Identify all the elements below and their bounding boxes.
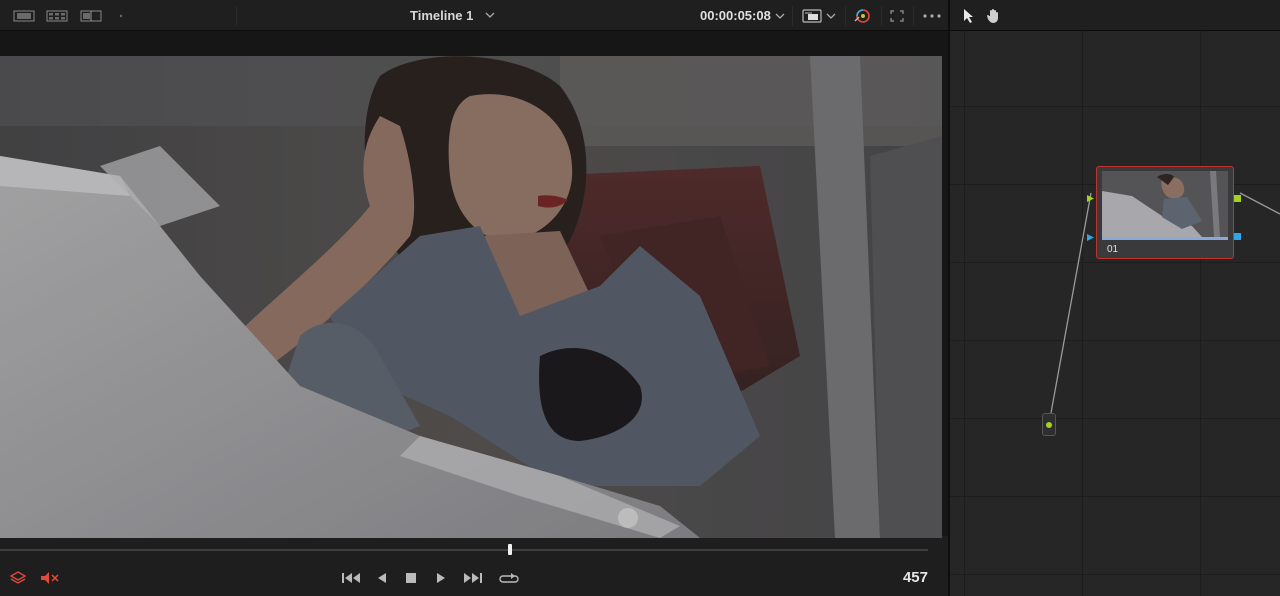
viewer-toolbar: Timeline 1 00:00:05:08: [0, 0, 948, 31]
timeline-scrubber[interactable]: [0, 540, 948, 562]
video-frame[interactable]: [0, 56, 942, 538]
node-editor[interactable]: 01: [950, 0, 1280, 596]
node-progress-bar: [1102, 237, 1228, 240]
fullscreen-icon[interactable]: [889, 9, 905, 23]
frame-number: 457: [902, 569, 928, 586]
timeline-name[interactable]: Timeline 1: [410, 8, 473, 23]
quality-hq-icon[interactable]: [802, 9, 822, 23]
node-input-blue-port[interactable]: [1087, 228, 1094, 241]
loop-icon[interactable]: [498, 568, 520, 588]
skip-to-end-icon[interactable]: [462, 568, 484, 588]
chevron-down-icon[interactable]: [825, 9, 837, 23]
transport-controls: 457: [0, 562, 948, 594]
split-wipe-icon[interactable]: [80, 9, 102, 23]
chevron-down-icon[interactable]: [484, 8, 496, 22]
color-node-01[interactable]: 01: [1096, 166, 1234, 259]
skip-to-start-icon[interactable]: [340, 568, 362, 588]
layers-icon[interactable]: [9, 568, 27, 588]
color-picker-icon[interactable]: [853, 9, 873, 23]
node-connections: [1048, 192, 1280, 425]
chevron-down-icon[interactable]: [774, 9, 786, 23]
playhead-handle[interactable]: [508, 544, 513, 555]
node-label: 01: [1107, 244, 1119, 255]
play-reverse-icon[interactable]: [375, 568, 389, 588]
node-output-green-port[interactable]: [1234, 189, 1241, 202]
source-output-port[interactable]: [1046, 422, 1052, 428]
hand-pan-icon[interactable]: [986, 9, 1002, 23]
node-thumbnail: [1102, 171, 1228, 237]
node-output-blue-port[interactable]: [1234, 227, 1241, 240]
single-viewer-icon[interactable]: [13, 9, 35, 23]
viewer-image-area[interactable]: [0, 31, 948, 538]
play-icon[interactable]: [434, 568, 448, 588]
timecode-display[interactable]: 00:00:05:08: [700, 8, 771, 23]
gallery-grid-icon[interactable]: [46, 9, 68, 23]
viewer-panel: Timeline 1 00:00:05:08 457: [0, 0, 948, 596]
dropdown-dot-icon[interactable]: [118, 9, 124, 23]
stop-icon[interactable]: [404, 568, 418, 588]
scrubber-track[interactable]: [0, 549, 928, 551]
mute-icon[interactable]: [39, 568, 61, 588]
source-input-node[interactable]: [1042, 413, 1056, 436]
more-options-icon[interactable]: [922, 9, 942, 23]
node-input-green-port[interactable]: [1087, 189, 1094, 202]
node-editor-toolbar: [950, 0, 1280, 31]
pointer-icon[interactable]: [962, 9, 974, 23]
